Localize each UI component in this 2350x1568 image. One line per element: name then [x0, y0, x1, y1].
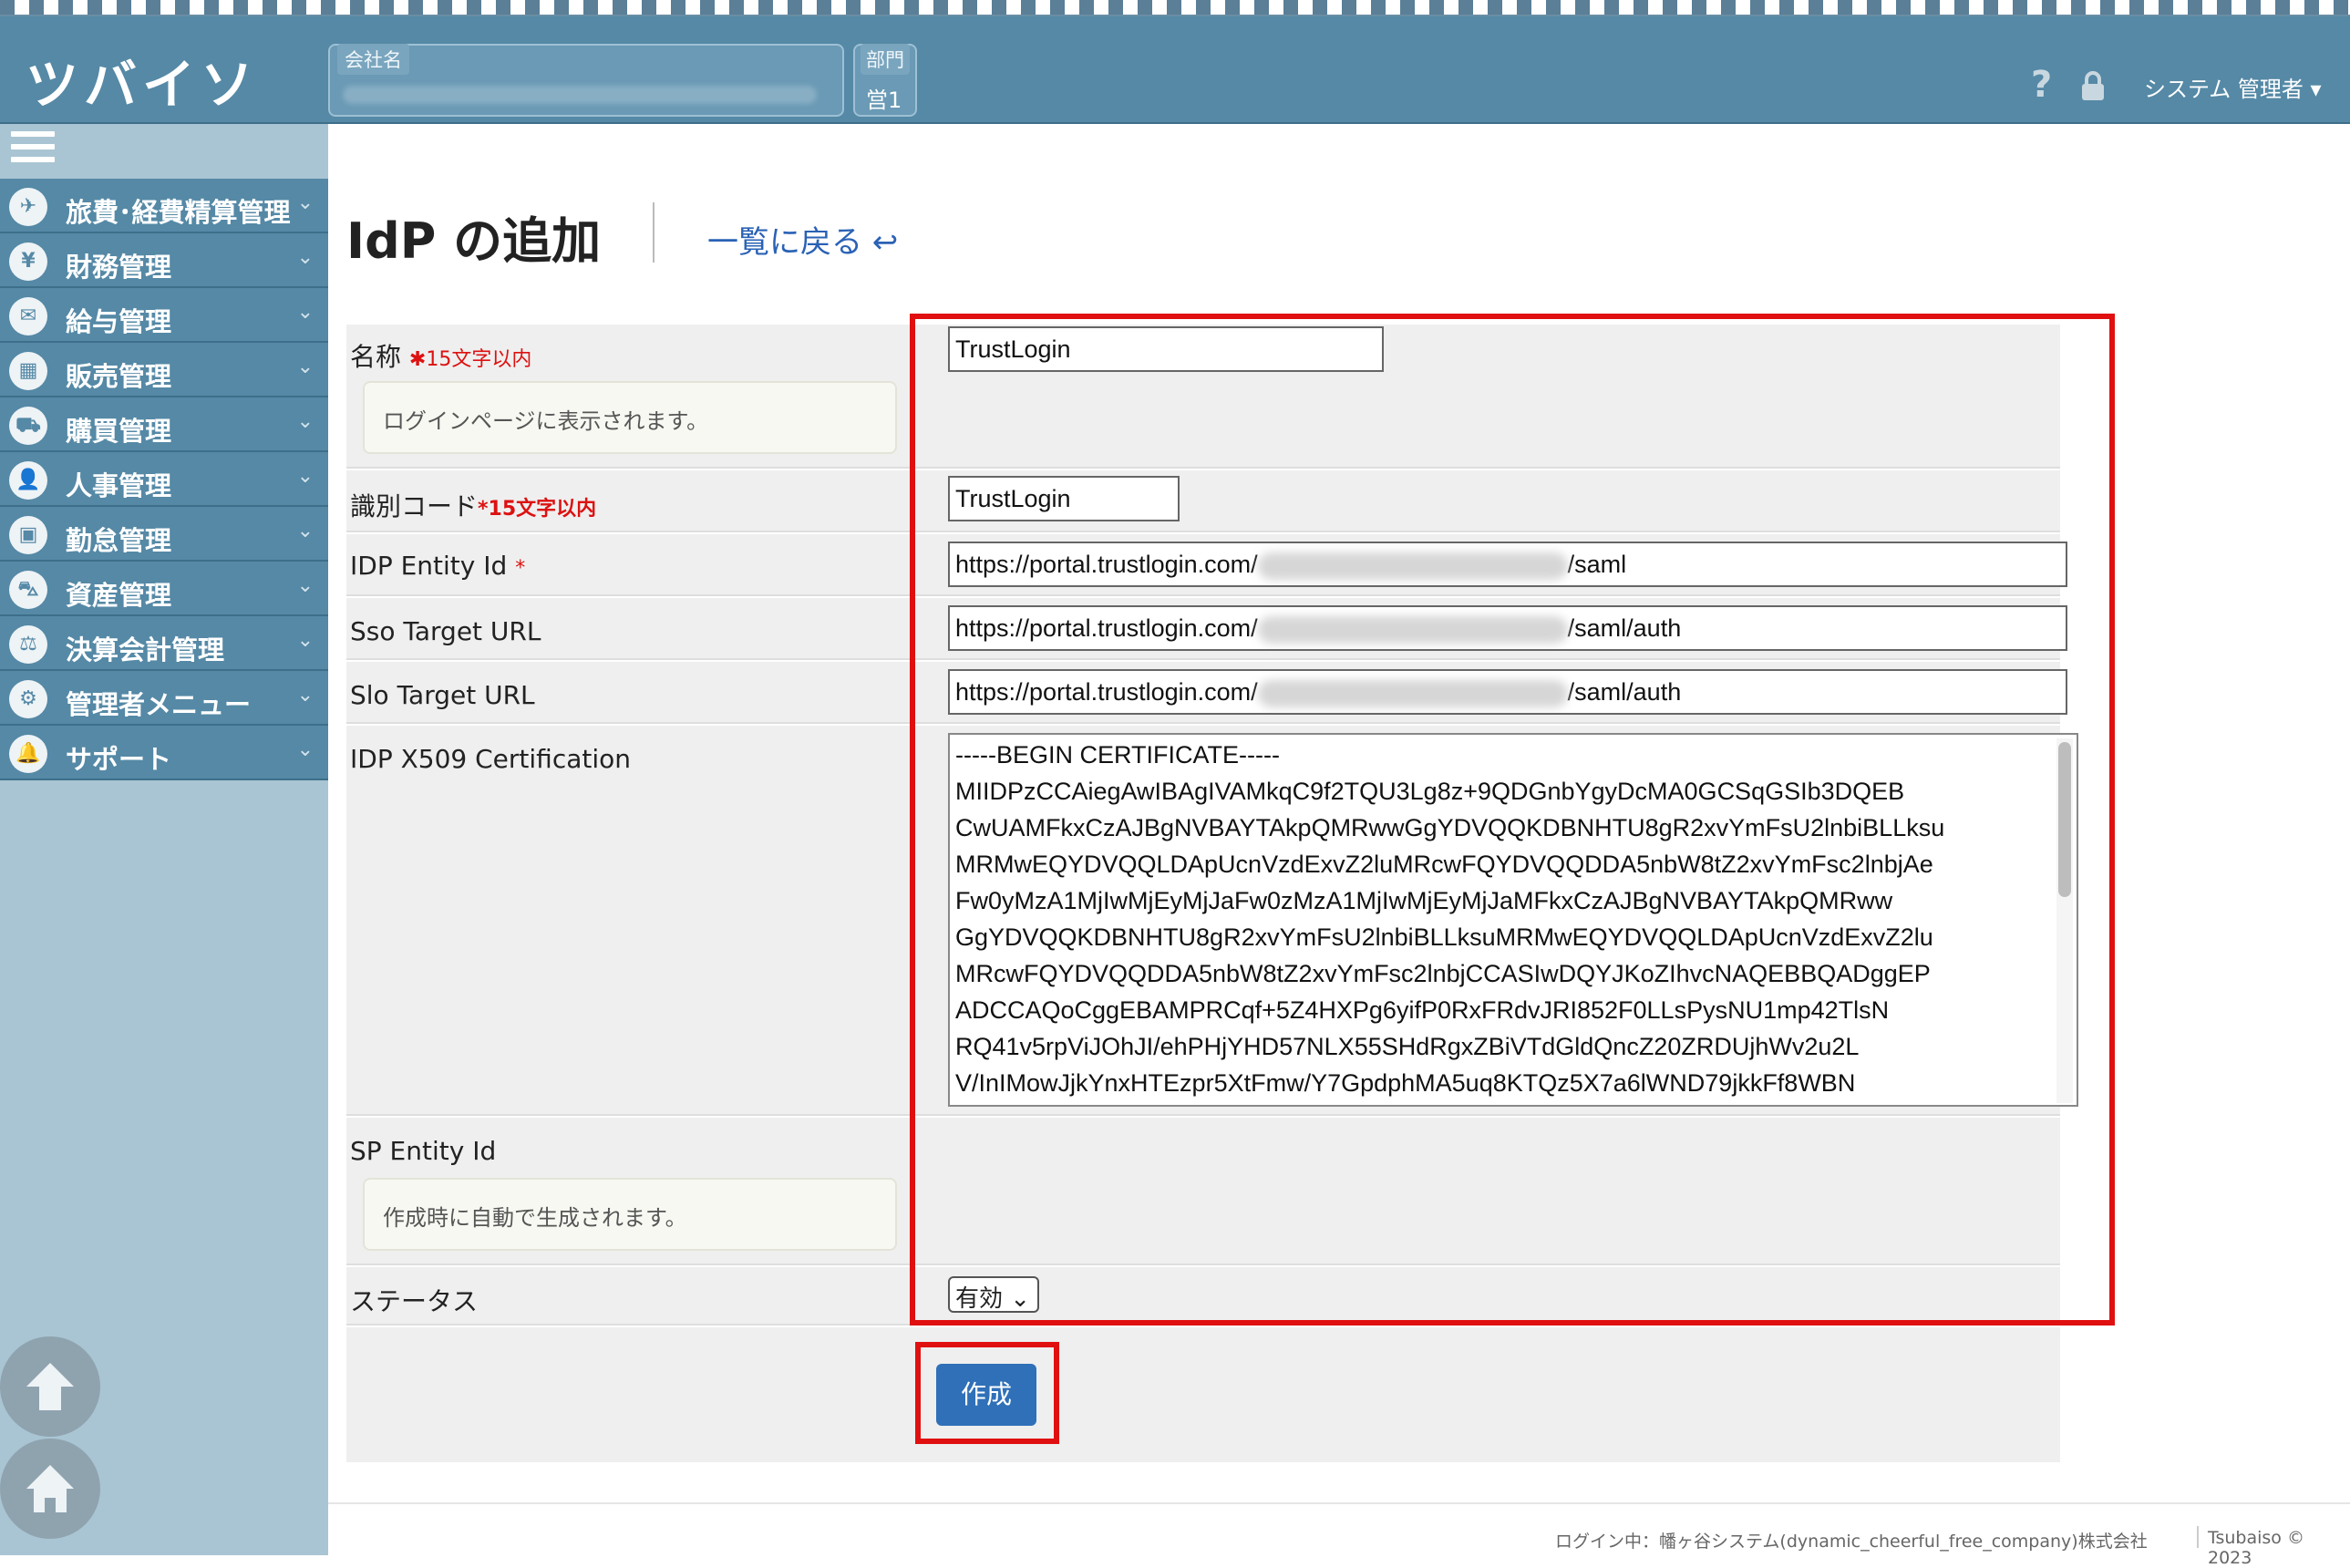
chevron-down-icon: ⌄ [296, 301, 314, 324]
airplane-icon: ✈ [9, 188, 47, 226]
sidebar-item-sales[interactable]: ▦ 販売管理 ⌄ [0, 343, 328, 397]
dept-label: 部門 [861, 44, 910, 75]
sidebar-item-label: 給与管理 [66, 306, 172, 337]
sidebar-item-assets[interactable]: ⛍ 資産管理 ⌄ [0, 562, 328, 616]
entity-id-required: * [515, 557, 526, 580]
sidebar-item-label: 旅費･経費精算管理 [66, 197, 291, 228]
sidebar-item-payroll[interactable]: ✉ 給与管理 ⌄ [0, 288, 328, 343]
logo[interactable]: ツバイソ [26, 42, 259, 119]
sp-entity-label: SP Entity Id [350, 1136, 497, 1166]
footer-separator [2197, 1526, 2199, 1548]
home-button[interactable] [0, 1439, 100, 1539]
footer-divider [328, 1502, 2350, 1504]
back-to-list-link[interactable]: 一覧に戻る ↩ [707, 217, 898, 262]
sidebar-item-label: 人事管理 [66, 470, 172, 501]
sidebar-item-label: 購買管理 [66, 416, 172, 447]
sidebar-item-purchasing[interactable]: ⛟ 購買管理 ⌄ [0, 397, 328, 452]
chevron-down-icon: ⌄ [296, 191, 314, 214]
balance-sheet-icon: ⚖ [9, 625, 47, 664]
chevron-down-icon: ⌄ [296, 520, 314, 542]
lock-icon[interactable] [2080, 71, 2106, 102]
sidebar-item-closing[interactable]: ⚖ 決算会計管理 ⌄ [0, 616, 328, 671]
sidebar-item-label: 資産管理 [66, 580, 172, 611]
chevron-down-icon: ⌄ [296, 246, 314, 269]
gears-icon: ⚙ [9, 680, 47, 718]
cart-icon: ⛟ [9, 407, 47, 445]
hamburger-menu-icon[interactable] [11, 131, 55, 171]
row-submit [346, 1327, 2060, 1462]
slo-url-label: Slo Target URL [350, 680, 535, 710]
chevron-down-icon: ⌄ [296, 410, 314, 433]
cert-label: IDP X509 Certification [350, 744, 631, 774]
sidebar-item-finance[interactable]: ¥ 財務管理 ⌄ [0, 233, 328, 288]
company-name-blurred [343, 86, 817, 104]
title-divider [653, 202, 654, 263]
copyright: Tsubaiso © 2023 [2208, 1528, 2304, 1568]
person-icon: 👤 [9, 461, 47, 500]
chevron-down-icon: ⌄ [296, 684, 314, 707]
home-icon [26, 1465, 74, 1512]
sidebar-menu: ✈ 旅費･経費精算管理 ⌄ ¥ 財務管理 ⌄ ✉ 給与管理 ⌄ ▦ 販売管理 ⌄… [0, 179, 328, 780]
chevron-down-icon: ⌄ [296, 629, 314, 652]
sidebar-item-hr[interactable]: 👤 人事管理 ⌄ [0, 452, 328, 507]
sidebar-item-label: 決算会計管理 [66, 634, 225, 665]
sidebar-item-attendance[interactable]: ▣ 勤怠管理 ⌄ [0, 507, 328, 562]
chevron-down-icon: ⌄ [296, 574, 314, 597]
dept-value: 営1 [866, 88, 902, 113]
app-header: ツバイソ 会社名 部門 営1 ? システム 管理者 ▾ [0, 16, 2350, 124]
car-icon: ⛍ [9, 571, 47, 609]
sidebar-item-label: 管理者メニュー [66, 689, 252, 720]
bell-icon: 🔔 [9, 735, 47, 773]
chevron-down-icon: ⌄ [296, 356, 314, 378]
sidebar-item-label: 財務管理 [66, 252, 172, 283]
dept-selector[interactable]: 部門 営1 [853, 44, 917, 117]
calendar-icon: ▣ [9, 516, 47, 554]
arrow-up-icon [26, 1363, 74, 1410]
sidebar: ✈ 旅費･経費精算管理 ⌄ ¥ 財務管理 ⌄ ✉ 給与管理 ⌄ ▦ 販売管理 ⌄… [0, 124, 328, 1555]
company-selector[interactable]: 会社名 [328, 44, 844, 117]
sidebar-item-admin[interactable]: ⚙ 管理者メニュー ⌄ [0, 671, 328, 726]
envelope-icon: ✉ [9, 297, 47, 335]
sidebar-item-travel-expense[interactable]: ✈ 旅費･経費精算管理 ⌄ [0, 179, 328, 233]
code-label: 識別コード*15文字以内 [350, 491, 597, 521]
entity-id-label: IDP Entity Id * [350, 551, 526, 581]
sidebar-item-label: 販売管理 [66, 361, 172, 392]
help-icon[interactable]: ? [2031, 64, 2052, 106]
grid-icon: ▦ [9, 352, 47, 390]
name-hint: ログインページに表示されます。 [363, 381, 897, 454]
chevron-down-icon: ⌄ [296, 738, 314, 761]
name-label: 名称 ✱15文字以内 [350, 342, 532, 372]
highlight-box-create [915, 1342, 1059, 1444]
sso-url-label: Sso Target URL [350, 616, 541, 646]
sidebar-item-label: 勤怠管理 [66, 525, 172, 556]
status-label: ステータス [350, 1286, 479, 1316]
yen-icon: ¥ [9, 242, 47, 281]
sidebar-item-label: サポート [66, 744, 172, 775]
scroll-top-button[interactable] [0, 1336, 100, 1437]
top-pattern-strip [0, 0, 2350, 16]
name-required: ✱15文字以内 [408, 348, 532, 371]
chevron-down-icon: ⌄ [296, 465, 314, 488]
highlight-box-fields [910, 314, 2115, 1326]
code-required: *15文字以内 [478, 498, 597, 521]
company-label: 会社名 [337, 44, 409, 75]
sidebar-item-support[interactable]: 🔔 サポート ⌄ [0, 726, 328, 780]
login-status: ログイン中：幡ヶ谷システム(dynamic_cheerful_free_comp… [1555, 1532, 2148, 1552]
sp-entity-hint: 作成時に自動で生成されます。 [363, 1178, 897, 1251]
page-title: IdP の追加 [346, 212, 602, 270]
user-menu[interactable]: システム 管理者 ▾ [2144, 71, 2322, 103]
